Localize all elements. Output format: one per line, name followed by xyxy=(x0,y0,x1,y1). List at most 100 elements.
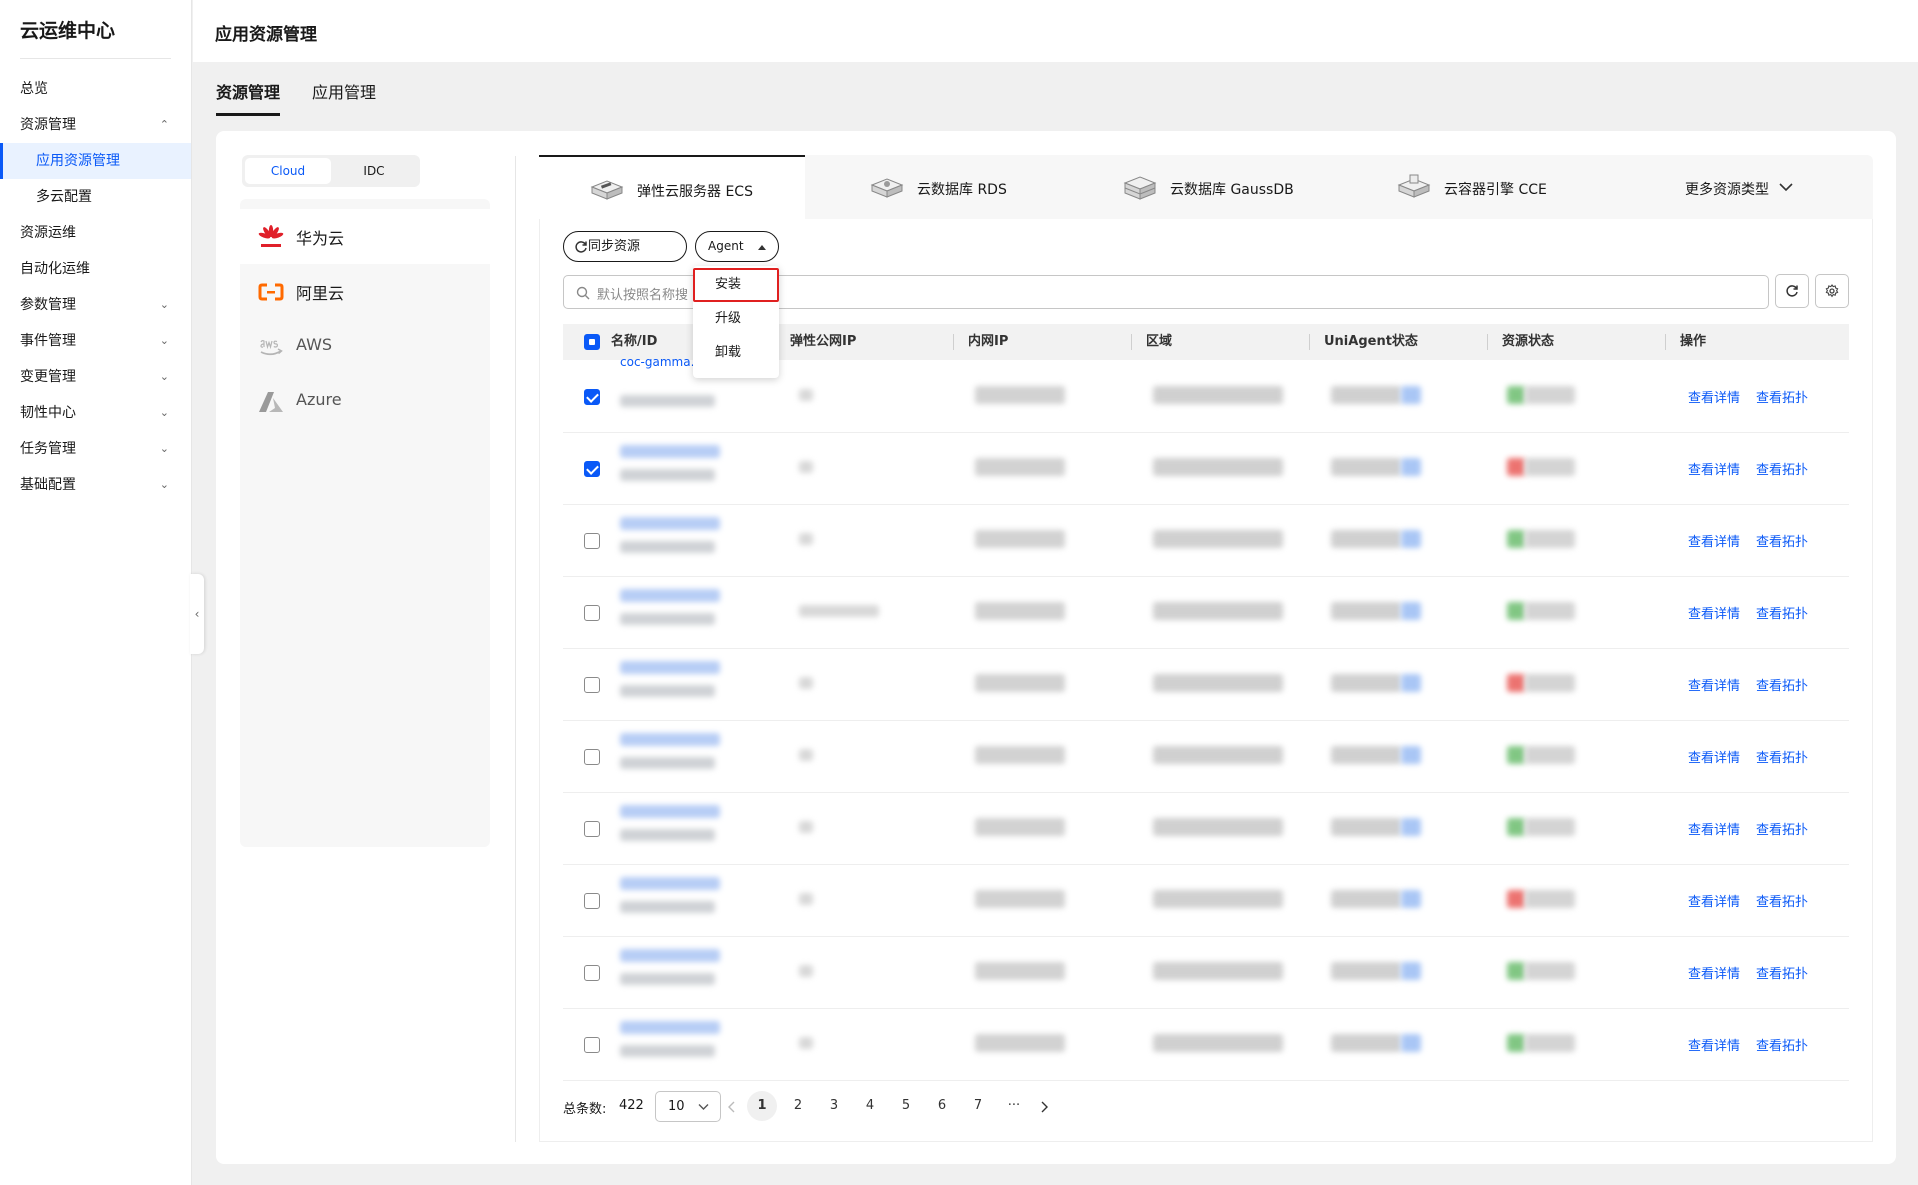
view-topology-link[interactable]: 查看拓扑 xyxy=(1756,963,1808,982)
resource-name-blurred[interactable] xyxy=(620,445,720,458)
row-checkbox[interactable] xyxy=(584,893,600,909)
sidebar-item-resource-ops[interactable]: 资源运维 xyxy=(0,215,191,251)
sidebar-item-resource-mgmt[interactable]: 资源管理 ⌃ xyxy=(0,107,191,143)
page-7[interactable]: 7 xyxy=(963,1091,993,1121)
view-topology-link[interactable]: 查看拓扑 xyxy=(1756,1035,1808,1054)
provider-azure[interactable]: Azure xyxy=(240,374,490,429)
row-checkbox[interactable] xyxy=(584,461,600,477)
eip-blurred xyxy=(799,533,813,545)
table-row: 查看详情 查看拓扑 xyxy=(563,649,1849,721)
provider-aliyun[interactable]: 阿里云 xyxy=(240,264,490,319)
tab-app-mgmt[interactable]: 应用管理 xyxy=(312,79,376,116)
resource-name-blurred[interactable] xyxy=(620,661,720,674)
provider-label: Azure xyxy=(296,390,342,409)
menu-item-upgrade[interactable]: 升级 xyxy=(693,302,779,336)
refresh-icon xyxy=(1786,285,1798,297)
column-header-actions: 操作 xyxy=(1680,334,1707,349)
view-details-link[interactable]: 查看详情 xyxy=(1688,1035,1740,1054)
segment-cloud[interactable]: Cloud xyxy=(245,158,331,184)
resource-name-blurred[interactable] xyxy=(620,733,720,746)
page-1[interactable]: 1 xyxy=(747,1091,777,1121)
view-topology-link[interactable]: 查看拓扑 xyxy=(1756,819,1808,838)
tab-ecs[interactable]: 弹性云服务器 ECS xyxy=(539,155,805,219)
agent-dropdown-button[interactable]: Agent xyxy=(695,231,779,262)
sidebar-item-tasks[interactable]: 任务管理 ⌄ xyxy=(0,431,191,467)
row-checkbox[interactable] xyxy=(584,821,600,837)
row-checkbox[interactable] xyxy=(584,605,600,621)
sync-resources-button[interactable]: 同步资源 xyxy=(563,231,687,262)
view-details-link[interactable]: 查看详情 xyxy=(1688,531,1740,550)
page-2[interactable]: 2 xyxy=(783,1091,813,1121)
view-topology-link[interactable]: 查看拓扑 xyxy=(1756,675,1808,694)
tab-cce[interactable]: 云容器引擎 CCE xyxy=(1396,155,1596,219)
tab-rds[interactable]: 云数据库 RDS xyxy=(869,155,1069,219)
sidebar-item-resilience[interactable]: 韧性中心 ⌄ xyxy=(0,395,191,431)
sidebar-item-params[interactable]: 参数管理 ⌄ xyxy=(0,287,191,323)
resource-name-blurred[interactable] xyxy=(620,949,720,962)
view-details-link[interactable]: 查看详情 xyxy=(1688,891,1740,910)
row-checkbox[interactable] xyxy=(584,965,600,981)
page-header: 应用资源管理 xyxy=(193,0,1918,62)
view-topology-link[interactable]: 查看拓扑 xyxy=(1756,531,1808,550)
menu-item-uninstall[interactable]: 卸载 xyxy=(693,336,779,370)
view-topology-link[interactable]: 查看拓扑 xyxy=(1756,603,1808,622)
segment-idc[interactable]: IDC xyxy=(331,158,417,184)
sidebar-item-base-config[interactable]: 基础配置 ⌄ xyxy=(0,467,191,503)
view-details-link[interactable]: 查看详情 xyxy=(1688,747,1740,766)
sidebar-item-multicloud-config[interactable]: 多云配置 xyxy=(0,179,191,215)
sidebar-item-events[interactable]: 事件管理 ⌄ xyxy=(0,323,191,359)
view-topology-link[interactable]: 查看拓扑 xyxy=(1756,387,1808,406)
view-topology-link[interactable]: 查看拓扑 xyxy=(1756,891,1808,910)
column-divider xyxy=(953,334,954,350)
resource-name-blurred[interactable] xyxy=(620,805,720,818)
uniagent-status-blurred xyxy=(1331,386,1401,404)
resource-name-blurred[interactable] xyxy=(620,1021,720,1034)
resource-status-blurred xyxy=(1525,458,1575,476)
chevron-left-icon[interactable] xyxy=(727,1101,735,1113)
chevron-right-icon[interactable] xyxy=(1041,1101,1049,1113)
resource-name-blurred[interactable] xyxy=(620,589,720,602)
resource-name-blurred[interactable] xyxy=(620,517,720,530)
row-checkbox[interactable] xyxy=(584,389,600,405)
page-ellipsis[interactable]: ··· xyxy=(999,1091,1029,1121)
view-topology-link[interactable]: 查看拓扑 xyxy=(1756,459,1808,478)
settings-button[interactable] xyxy=(1815,274,1849,308)
row-checkbox[interactable] xyxy=(584,749,600,765)
uniagent-status-blurred xyxy=(1331,962,1401,980)
sidebar-item-overview[interactable]: 总览 xyxy=(0,71,191,107)
view-details-link[interactable]: 查看详情 xyxy=(1688,819,1740,838)
provider-aws[interactable]: AWS xyxy=(240,319,490,374)
tab-resource-mgmt[interactable]: 资源管理 xyxy=(216,79,281,116)
more-resource-types-dropdown[interactable]: 更多资源类型 xyxy=(1685,155,1845,219)
provider-huawei[interactable]: 华为云 xyxy=(240,209,490,264)
page-4[interactable]: 4 xyxy=(855,1091,885,1121)
page-size-value: 10 xyxy=(668,1099,685,1114)
page-size-select[interactable]: 10 xyxy=(655,1091,721,1122)
sidebar-item-app-resource-mgmt[interactable]: 应用资源管理 xyxy=(0,143,191,179)
refresh-button[interactable] xyxy=(1775,274,1809,308)
total-label: 总条数: xyxy=(563,1102,607,1117)
sidebar-item-automation[interactable]: 自动化运维 xyxy=(0,251,191,287)
sidebar-collapse-handle[interactable]: ‹ xyxy=(190,574,204,654)
huawei-icon xyxy=(258,225,284,247)
page-5[interactable]: 5 xyxy=(891,1091,921,1121)
view-details-link[interactable]: 查看详情 xyxy=(1688,963,1740,982)
row-checkbox[interactable] xyxy=(584,677,600,693)
view-details-link[interactable]: 查看详情 xyxy=(1688,675,1740,694)
view-details-link[interactable]: 查看详情 xyxy=(1688,387,1740,406)
page-3[interactable]: 3 xyxy=(819,1091,849,1121)
view-topology-link[interactable]: 查看拓扑 xyxy=(1756,747,1808,766)
row-checkbox[interactable] xyxy=(584,533,600,549)
tab-gaussdb[interactable]: 云数据库 GaussDB xyxy=(1122,155,1342,219)
page-6[interactable]: 6 xyxy=(927,1091,957,1121)
select-all-checkbox[interactable] xyxy=(584,334,600,350)
resource-name-blurred[interactable] xyxy=(620,877,720,890)
tab-label: 云数据库 RDS xyxy=(917,182,1007,198)
region-blurred xyxy=(1153,530,1283,548)
sidebar-item-changes[interactable]: 变更管理 ⌄ xyxy=(0,359,191,395)
view-details-link[interactable]: 查看详情 xyxy=(1688,603,1740,622)
view-details-link[interactable]: 查看详情 xyxy=(1688,459,1740,478)
row-checkbox[interactable] xyxy=(584,1037,600,1053)
region-blurred xyxy=(1153,818,1283,836)
resource-name-link[interactable]: coc-gamma... xyxy=(620,355,702,369)
